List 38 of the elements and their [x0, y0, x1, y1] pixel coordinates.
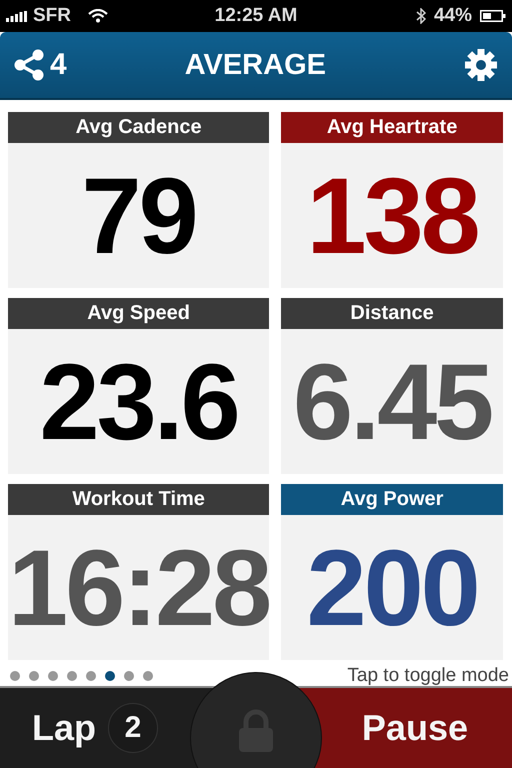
tile-header: Avg Power [281, 484, 503, 515]
page-dot[interactable] [10, 671, 20, 681]
bluetooth-icon [416, 8, 426, 24]
metric-value: 23.6 [40, 348, 238, 456]
page-dot[interactable] [67, 671, 77, 681]
share-icon [14, 49, 44, 81]
page-dot[interactable] [124, 671, 134, 681]
tile-header: Workout Time [8, 484, 270, 515]
metric-value: 79 [82, 162, 196, 270]
page-dot[interactable] [86, 671, 96, 681]
metric-value: 6.45 [293, 348, 492, 456]
screen-title: AVERAGE [184, 48, 326, 82]
tile-header: Avg Heartrate [281, 112, 503, 143]
page-dot[interactable] [143, 671, 153, 681]
lap-button[interactable]: Lap 2 [0, 688, 190, 768]
lap-label: Lap [32, 707, 96, 749]
metric-value: 16:28 [8, 534, 270, 642]
signal-icon [6, 10, 28, 22]
tile-header: Avg Speed [8, 298, 270, 329]
page-dot[interactable] [105, 671, 115, 681]
pause-button[interactable]: Pause [322, 688, 512, 768]
carrier-name: SFR [33, 5, 71, 27]
page-dot[interactable] [29, 671, 39, 681]
tile-header: Avg Cadence [8, 112, 270, 143]
metric-value: 138 [306, 162, 478, 270]
wifi-icon [88, 9, 108, 23]
battery-percent: 44% [434, 5, 472, 27]
clock-time: 12:25 AM [214, 5, 298, 27]
tile-header: Distance [281, 298, 503, 329]
metric-value: 200 [306, 534, 478, 642]
settings-button[interactable] [464, 48, 498, 82]
settings-icon [464, 48, 498, 82]
share-button[interactable]: 4 [14, 48, 67, 82]
page-dot[interactable] [48, 671, 58, 681]
battery-icon [480, 10, 506, 22]
lap-count: 2 [108, 703, 158, 753]
hint-text: Tap to toggle mode [347, 665, 509, 687]
share-count: 4 [50, 48, 67, 82]
